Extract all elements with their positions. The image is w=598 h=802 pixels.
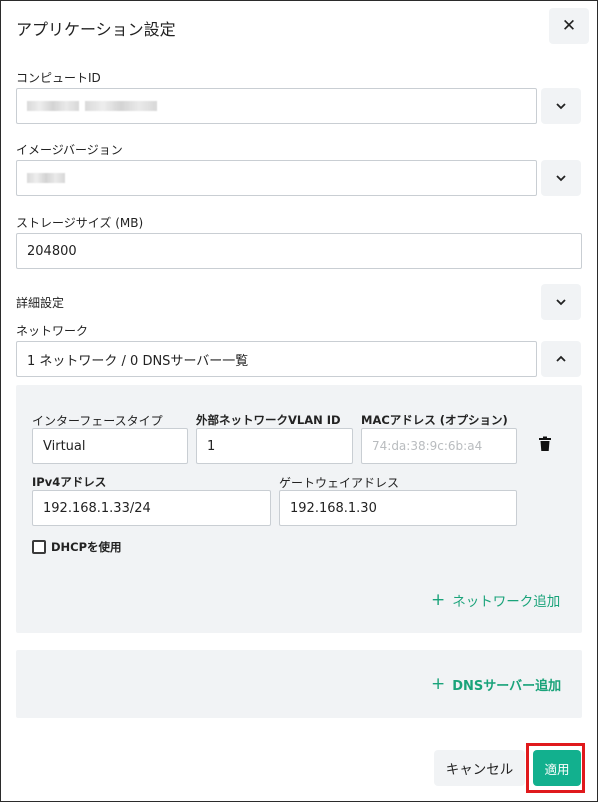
compute-id-label: コンピュートID — [16, 71, 101, 85]
cancel-button[interactable]: キャンセル — [434, 750, 525, 786]
vlan-id-input[interactable]: 1 — [196, 428, 353, 464]
chevron-down-icon — [556, 103, 566, 110]
network-summary-select[interactable]: 1 ネットワーク / 0 DNSサーバー一覧 — [16, 341, 537, 377]
storage-size-input[interactable]: 204800 — [16, 233, 582, 269]
ipv4-address-label: IPv4アドレス — [32, 475, 107, 489]
plus-icon: + — [431, 589, 446, 610]
redacted-value — [27, 173, 65, 183]
dhcp-checkbox[interactable] — [32, 540, 46, 554]
chevron-up-icon — [556, 355, 566, 362]
trash-icon — [539, 436, 551, 451]
ipv4-address-input[interactable]: 192.168.1.33/24 — [32, 490, 271, 526]
chevron-down-icon — [556, 299, 566, 306]
close-button[interactable]: ✕ — [549, 8, 589, 44]
add-network-label: ネットワーク追加 — [452, 594, 561, 610]
close-icon: ✕ — [561, 16, 577, 36]
image-version-dropdown-button[interactable] — [541, 160, 581, 196]
redacted-value — [85, 101, 157, 111]
interface-type-label: インターフェースタイプ — [32, 414, 163, 428]
image-version-select[interactable] — [16, 160, 537, 196]
interface-type-select[interactable]: Virtual — [32, 428, 188, 464]
add-network-button[interactable]: + ネットワーク追加 — [431, 590, 560, 610]
image-version-label: イメージバージョン — [16, 143, 123, 157]
add-dns-server-button[interactable]: + DNSサーバー追加 — [431, 674, 562, 695]
dhcp-option[interactable]: DHCPを使用 — [32, 539, 122, 555]
mac-address-label: MACアドレス (オプション) — [361, 413, 508, 427]
network-collapse-button[interactable] — [541, 341, 581, 377]
plus-icon: + — [431, 674, 446, 694]
delete-interface-button[interactable] — [538, 436, 552, 456]
compute-id-select[interactable] — [16, 88, 537, 124]
chevron-down-icon — [556, 175, 566, 182]
advanced-settings-toggle[interactable] — [541, 284, 581, 320]
storage-size-label: ストレージサイズ (MB) — [16, 216, 144, 230]
mac-address-input[interactable]: 74:da:38:9c:6b:a4 — [361, 428, 517, 464]
gateway-address-label: ゲートウェイアドレス — [279, 476, 400, 490]
apply-button[interactable]: 適用 — [533, 750, 581, 786]
dialog-title: アプリケーション設定 — [16, 20, 176, 39]
redacted-value — [27, 101, 79, 111]
add-dns-server-label: DNSサーバー追加 — [452, 679, 562, 694]
vlan-id-label: 外部ネットワークVLAN ID — [196, 413, 341, 427]
advanced-settings-label: 詳細設定 — [16, 296, 65, 310]
network-label: ネットワーク — [16, 324, 89, 338]
gateway-address-input[interactable]: 192.168.1.30 — [279, 490, 517, 526]
dhcp-label: DHCPを使用 — [51, 540, 122, 554]
compute-id-dropdown-button[interactable] — [541, 88, 581, 124]
